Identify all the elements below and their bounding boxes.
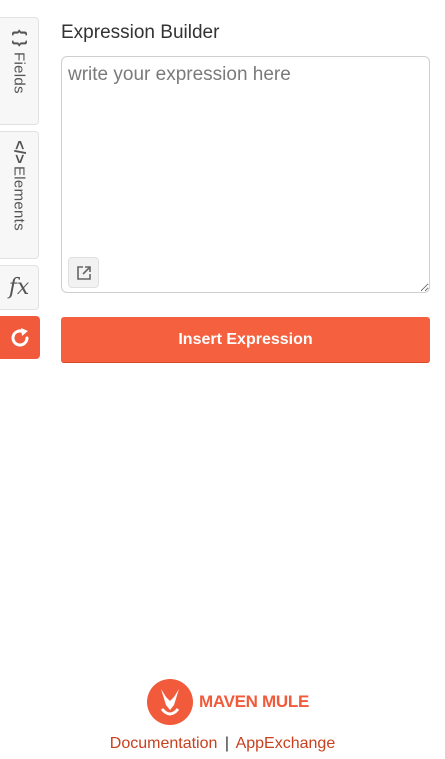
expression-input[interactable] [62,57,429,292]
external-link-icon [76,265,91,280]
appexchange-link[interactable]: AppExchange [236,735,336,752]
insert-expression-button[interactable]: Insert Expression [61,317,430,362]
tab-formula[interactable]: fx [0,265,39,310]
tab-elements-label: Elements [10,166,28,231]
refresh-button[interactable] [0,316,40,359]
tab-fields-label: Fields [10,52,28,94]
code-tags-icon: </> [10,140,28,164]
footer-links: Documentation | AppExchange [0,735,445,753]
tab-elements[interactable]: </> Elements [0,131,39,259]
link-separator: | [224,735,230,752]
maven-mule-logo-icon [147,679,193,725]
function-icon: fx [8,275,30,300]
refresh-icon [11,327,29,346]
brand-name: MAVEN MULE [199,692,310,711]
page-title: Expression Builder [61,22,220,43]
expression-editor [61,56,430,293]
braces-icon: { } [11,29,28,47]
brand-logo: MAVEN MULE [147,679,309,725]
documentation-link[interactable]: Documentation [110,735,218,752]
popout-button[interactable] [68,257,99,288]
tab-fields[interactable]: { } Fields [0,17,39,125]
